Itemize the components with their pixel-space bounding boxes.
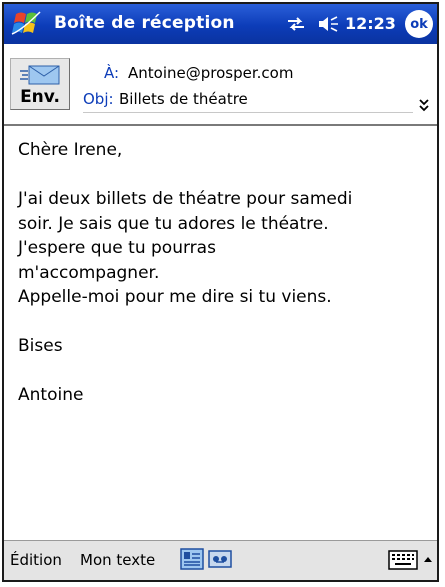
menu-bar: Édition Mon texte bbox=[4, 540, 437, 580]
expand-header-icon[interactable] bbox=[418, 98, 430, 112]
body-line: Antoine bbox=[18, 385, 84, 405]
volume-icon[interactable] bbox=[317, 15, 341, 33]
clock[interactable]: 12:23 bbox=[345, 14, 396, 33]
input-selector-arrow-icon[interactable] bbox=[422, 553, 434, 565]
message-header: Env. À: Antoine@prosper.com Obj: Billets… bbox=[4, 44, 437, 126]
envelope-icon bbox=[20, 65, 60, 85]
voice-recording-icon[interactable] bbox=[208, 548, 232, 570]
body-line: Bises bbox=[18, 336, 63, 356]
body-line: J'espere que tu pourras bbox=[18, 238, 216, 258]
menu-my-text[interactable]: Mon texte bbox=[80, 551, 155, 569]
body-line: Appelle-moi pour me dire si tu viens. bbox=[18, 287, 332, 307]
subject-field[interactable]: Billets de théatre bbox=[119, 90, 248, 108]
body-blank-line bbox=[18, 163, 428, 188]
menu-edit[interactable]: Édition bbox=[10, 551, 62, 569]
body-blank-line bbox=[18, 310, 428, 335]
to-label[interactable]: À: bbox=[104, 64, 119, 82]
send-label: Env. bbox=[20, 87, 60, 107]
window-title: Boîte de réception bbox=[54, 13, 235, 33]
ok-button[interactable]: ok bbox=[405, 10, 433, 38]
connectivity-icon[interactable] bbox=[285, 15, 307, 33]
title-bar: Boîte de réception 12:23 ok bbox=[4, 4, 437, 44]
body-line: Chère Irene, bbox=[18, 140, 123, 160]
body-line: J'ai deux billets de théatre pour samedi bbox=[18, 189, 353, 209]
header-divider bbox=[4, 124, 437, 126]
windows-start-icon[interactable] bbox=[10, 8, 44, 40]
subject-label[interactable]: Obj: bbox=[83, 90, 114, 108]
body-line: m'accompagner. bbox=[18, 262, 160, 283]
keyboard-icon[interactable] bbox=[388, 550, 418, 570]
body-blank-line bbox=[18, 359, 428, 384]
message-body[interactable]: Chère Irene, J'ai deux billets de théatr… bbox=[18, 138, 428, 408]
send-button[interactable]: Env. bbox=[10, 58, 70, 110]
device-screen: Boîte de réception 12:23 ok Env. À: Anto… bbox=[2, 2, 439, 582]
contact-card-icon[interactable] bbox=[180, 548, 204, 570]
subject-underline bbox=[83, 112, 413, 113]
to-field[interactable]: Antoine@prosper.com bbox=[128, 64, 293, 82]
body-line: soir. Je sais que tu adores le théatre. bbox=[18, 213, 329, 234]
